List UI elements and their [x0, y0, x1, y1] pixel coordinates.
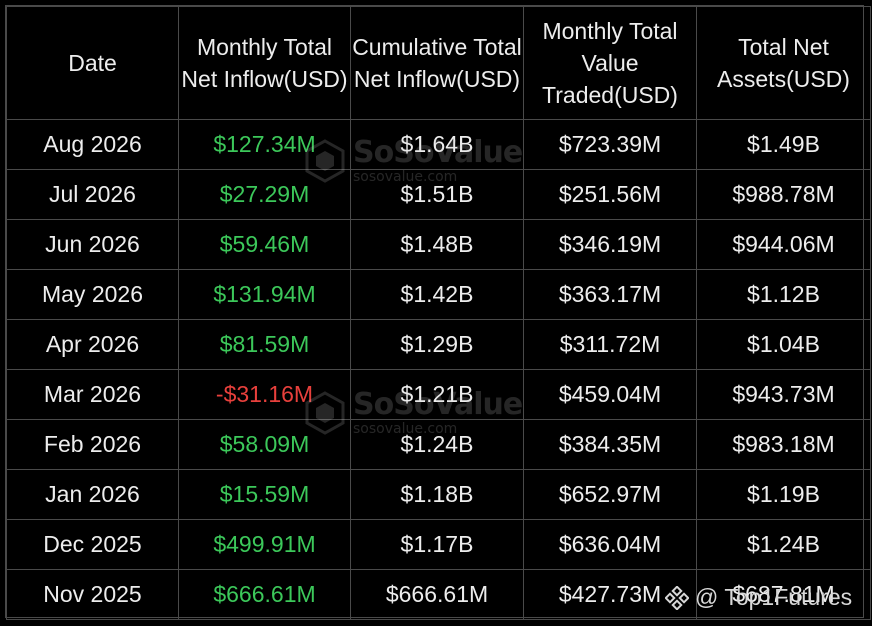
cell-cumulative: $1.42B — [350, 269, 524, 320]
cell-net-inflow: $666.61M — [178, 569, 351, 620]
cell-net-inflow: $15.59M — [178, 469, 351, 520]
cell-net-assets: $1.49B — [696, 119, 871, 170]
cell-value-traded: $251.56M — [523, 169, 697, 220]
cell-net-inflow: $58.09M — [178, 419, 351, 470]
header-monthly-value-traded: Monthly Total Value Traded(USD) — [523, 6, 697, 120]
cell-cumulative: $1.51B — [350, 169, 524, 220]
binance-logo-icon — [665, 585, 689, 610]
cell-value-traded: $346.19M — [523, 219, 697, 270]
cell-date: May 2026 — [6, 269, 179, 320]
cell-cumulative: $1.17B — [350, 519, 524, 570]
cell-date: Aug 2026 — [6, 119, 179, 170]
credit-handle[interactable]: @ Top1Futures — [665, 584, 852, 611]
credit-text: @ Top1Futures — [695, 584, 853, 610]
cell-net-assets: $983.18M — [696, 419, 871, 470]
cell-net-inflow: $499.91M — [178, 519, 351, 570]
cell-net-inflow: $27.29M — [178, 169, 351, 220]
cell-date: Nov 2025 — [6, 569, 179, 620]
header-date: Date — [6, 6, 179, 120]
table-row: Jun 2026 $59.46M $1.48B $346.19M $944.06M — [6, 219, 871, 270]
cell-date: Mar 2026 — [6, 369, 179, 420]
cell-net-inflow: $127.34M — [178, 119, 351, 170]
cell-net-inflow: $81.59M — [178, 319, 351, 370]
cell-net-assets: $1.12B — [696, 269, 871, 320]
table-frame: Date Monthly Total Net Inflow(USD) Cumul… — [5, 5, 871, 620]
cell-date: Jan 2026 — [6, 469, 179, 520]
table-row: Aug 2026 $127.34M $1.64B $723.39M $1.49B — [6, 119, 871, 170]
cell-value-traded: $311.72M — [523, 319, 697, 370]
cell-value-traded: $384.35M — [523, 419, 697, 470]
cell-net-assets: $1.19B — [696, 469, 871, 520]
table-row: Jan 2026 $15.59M $1.18B $652.97M $1.19B — [6, 469, 871, 520]
cell-net-assets: $943.73M — [696, 369, 871, 420]
cell-cumulative: $1.29B — [350, 319, 524, 370]
cell-date: Jul 2026 — [6, 169, 179, 220]
cell-cumulative: $1.21B — [350, 369, 524, 420]
table-row: Feb 2026 $58.09M $1.24B $384.35M $983.18M — [6, 419, 871, 470]
table-row: Jul 2026 $27.29M $1.51B $251.56M $988.78M — [6, 169, 871, 220]
table-row: Apr 2026 $81.59M $1.29B $311.72M $1.04B — [6, 319, 871, 370]
cell-value-traded: $723.39M — [523, 119, 697, 170]
cell-net-inflow: -$31.16M — [178, 369, 351, 420]
table-row: Dec 2025 $499.91M $1.17B $636.04M $1.24B — [6, 519, 871, 570]
cell-cumulative: $1.48B — [350, 219, 524, 270]
cell-cumulative: $1.24B — [350, 419, 524, 470]
cell-cumulative: $1.18B — [350, 469, 524, 520]
cell-value-traded: $363.17M — [523, 269, 697, 320]
cell-net-assets: $988.78M — [696, 169, 871, 220]
table-header-row: Date Monthly Total Net Inflow(USD) Cumul… — [6, 6, 871, 120]
cell-date: Dec 2025 — [6, 519, 179, 570]
cell-net-assets: $1.04B — [696, 319, 871, 370]
cell-date: Jun 2026 — [6, 219, 179, 270]
cell-date: Feb 2026 — [6, 419, 179, 470]
table-body: Aug 2026 $127.34M $1.64B $723.39M $1.49B Jul … — [6, 119, 871, 620]
cell-net-inflow: $131.94M — [178, 269, 351, 320]
table-row: May 2026 $131.94M $1.42B $363.17M $1.12B — [6, 269, 871, 320]
cell-net-assets: $944.06M — [696, 219, 871, 270]
header-total-net-assets: Total Net Assets(USD) — [696, 6, 871, 120]
cell-net-assets: $1.24B — [696, 519, 871, 570]
cell-value-traded: $636.04M — [523, 519, 697, 570]
header-monthly-net-inflow: Monthly Total Net Inflow(USD) — [178, 6, 351, 120]
cell-date: Apr 2026 — [6, 319, 179, 370]
header-cumulative-net-inflow: Cumulative Total Net Inflow(USD) — [350, 6, 524, 120]
cell-net-inflow: $59.46M — [178, 219, 351, 270]
cell-value-traded: $652.97M — [523, 469, 697, 520]
cell-cumulative: $1.64B — [350, 119, 524, 170]
cell-value-traded: $459.04M — [523, 369, 697, 420]
table-row: Mar 2026 -$31.16M $1.21B $459.04M $943.73M — [6, 369, 871, 420]
cell-cumulative: $666.61M — [350, 569, 524, 620]
etf-flow-table: Date Monthly Total Net Inflow(USD) Cumul… — [6, 6, 871, 620]
